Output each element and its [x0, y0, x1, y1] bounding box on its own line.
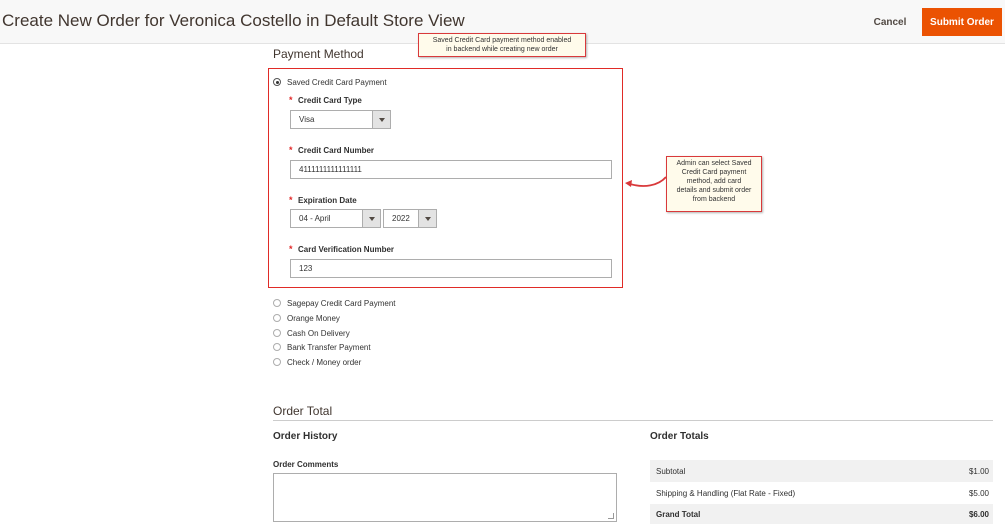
payment-method-label: Bank Transfer Payment: [287, 343, 371, 352]
annotation-side-line1: Admin can select Saved: [676, 160, 752, 167]
payment-method-label: Check / Money order: [287, 358, 362, 367]
card-type-value: Visa: [299, 115, 315, 124]
totals-row-label: Grand Total: [656, 510, 701, 519]
page-title: Create New Order for Veronica Costello i…: [2, 11, 465, 30]
totals-row-shipping: Shipping & Handling (Flat Rate - Fixed) …: [650, 482, 993, 504]
annotation-side-line3: method, add card: [686, 178, 742, 186]
cvn-input[interactable]: 123: [290, 259, 612, 278]
payment-method-label: Sagepay Credit Card Payment: [287, 299, 396, 308]
payment-method-radio[interactable]: [273, 329, 281, 337]
card-type-select[interactable]: Visa: [290, 110, 391, 129]
payment-method-radio[interactable]: [273, 343, 281, 351]
card-number-label: Credit Card Number: [298, 146, 375, 155]
required-marker: *: [289, 244, 293, 254]
annotation-side-line5: from backend: [692, 196, 736, 204]
saved-card-radio[interactable]: [273, 78, 281, 86]
card-number-input[interactable]: 4111111111111111: [290, 160, 612, 179]
order-total-title: Order Total: [273, 404, 333, 418]
cvn-value: 123: [299, 264, 313, 273]
payment-method-radio[interactable]: [273, 358, 281, 366]
payment-method-radio[interactable]: [273, 314, 281, 322]
chevron-down-icon: [362, 210, 380, 227]
annotation-side-line4: details and submit order: [676, 187, 752, 195]
cvn-label: Card Verification Number: [298, 245, 395, 254]
card-type-label: Credit Card Type: [298, 96, 362, 105]
required-marker: *: [289, 95, 293, 105]
annotation-top: Saved Credit Card payment method enabled…: [418, 33, 586, 57]
order-comments-label: Order Comments: [273, 460, 339, 469]
annotation-side: Admin can select Saved Credit Card payme…: [666, 156, 762, 212]
annotation-side-line2: Credit Card payment: [681, 169, 747, 177]
expiration-month-value: 04 - April: [299, 214, 331, 223]
submit-order-button[interactable]: Submit Order: [922, 8, 1002, 36]
order-totals-title: Order Totals: [650, 431, 709, 442]
order-comments-textarea[interactable]: [273, 473, 617, 522]
payment-method-radio[interactable]: [273, 299, 281, 307]
cancel-button[interactable]: Cancel: [860, 11, 920, 33]
totals-row-grand-total: Grand Total $6.00: [650, 504, 993, 524]
totals-row-label: Subtotal: [656, 467, 686, 476]
payment-method-label: Cash On Delivery: [287, 329, 350, 338]
totals-row-label: Shipping & Handling (Flat Rate - Fixed): [656, 489, 796, 498]
chevron-down-icon: [372, 111, 390, 128]
payment-method-title: Payment Method: [273, 47, 364, 61]
expiration-date-label: Expiration Date: [298, 196, 357, 205]
expiration-year-select[interactable]: 2022: [383, 209, 437, 228]
resize-grip-icon[interactable]: [608, 513, 614, 519]
curved-arrow-icon: [625, 176, 667, 187]
totals-row-amount: $5.00: [968, 489, 989, 498]
totals-row-subtotal: Subtotal $1.00: [650, 460, 993, 482]
expiration-year-value: 2022: [392, 214, 410, 223]
expiration-month-select[interactable]: 04 - April: [290, 209, 381, 228]
totals-row-amount: $1.00: [968, 467, 989, 476]
chevron-down-icon: [418, 210, 436, 227]
required-marker: *: [289, 195, 293, 205]
saved-card-label: Saved Credit Card Payment: [287, 78, 387, 87]
section-divider: [273, 420, 993, 421]
order-history-title: Order History: [273, 431, 338, 442]
totals-row-amount: $6.00: [968, 510, 989, 519]
payment-method-label: Orange Money: [287, 314, 340, 323]
card-number-value: 4111111111111111: [299, 165, 362, 174]
required-marker: *: [289, 145, 293, 155]
annotation-top-line1: Saved Credit Card payment method enabled: [432, 37, 572, 44]
annotation-top-line2: in backend while creating new order: [446, 46, 558, 54]
